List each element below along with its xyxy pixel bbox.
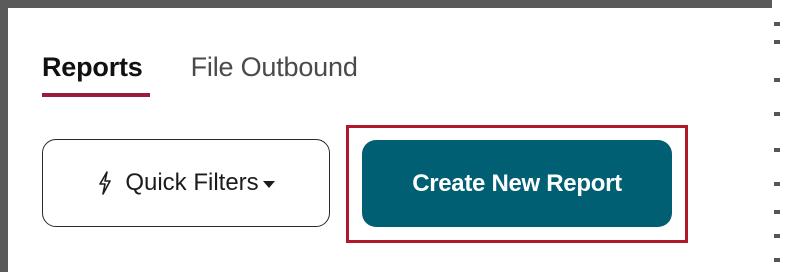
tab-file-outbound-label: File Outbound [190, 52, 358, 82]
tab-reports-label: Reports [42, 52, 143, 82]
scrollbar-edge [772, 0, 786, 272]
tab-reports[interactable]: Reports [42, 52, 150, 97]
chevron-down-icon [262, 180, 275, 188]
quick-filters-button[interactable]: Quick Filters [42, 139, 330, 227]
create-new-report-button[interactable]: Create New Report [362, 140, 672, 227]
active-tab-underline [42, 93, 150, 97]
tab-bar: Reports File Outbound [42, 52, 358, 97]
lightning-bolt-icon [99, 171, 112, 195]
tab-file-outbound[interactable]: File Outbound [191, 52, 358, 97]
create-new-report-label: Create New Report [412, 169, 622, 197]
quick-filters-label: Quick Filters [125, 169, 259, 196]
